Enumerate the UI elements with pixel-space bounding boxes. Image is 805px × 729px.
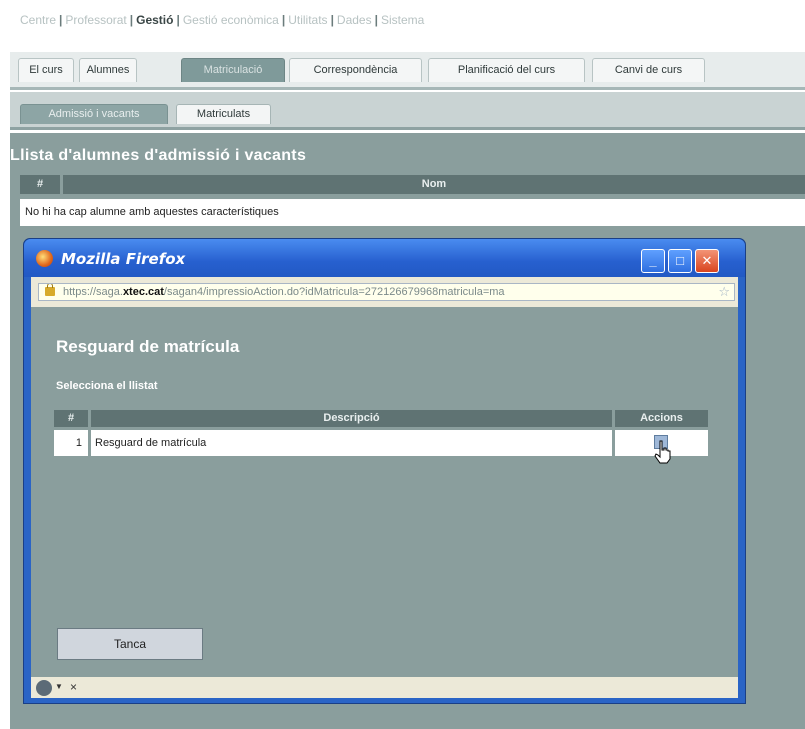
status-bar: ▼ × bbox=[28, 677, 741, 701]
top-navigation: Centre | Professorat | Gestió | Gestió econòmi… bbox=[20, 13, 424, 27]
column-header-descripcio: Descripció bbox=[91, 410, 612, 427]
popup-content: Resguard de matrícula Selecciona el llis… bbox=[28, 307, 741, 677]
tab-el-curs[interactable]: El curs bbox=[18, 58, 74, 82]
bookmark-star-icon[interactable]: ☆ bbox=[718, 284, 730, 300]
nav-separator: | bbox=[330, 13, 334, 27]
nav-gestio[interactable]: Gestió bbox=[136, 13, 173, 27]
chevron-down-icon[interactable]: ▼ bbox=[55, 682, 63, 691]
status-close-button[interactable]: × bbox=[70, 680, 77, 694]
column-header-number: # bbox=[54, 410, 88, 427]
subtab-admissio-vacants[interactable]: Admissió i vacants bbox=[20, 104, 168, 124]
nav-utilitats[interactable]: Utilitats bbox=[288, 13, 327, 27]
tanca-button[interactable]: Tanca bbox=[57, 628, 203, 660]
page-title: Llista d'alumnes d'admissió i vacants bbox=[10, 147, 307, 164]
column-header-number: # bbox=[20, 175, 60, 194]
tab-canvi-de-curs[interactable]: Canvi de curs bbox=[592, 58, 705, 82]
nav-separator: | bbox=[374, 13, 378, 27]
url-field[interactable]: https://saga.xtec.cat/sagan4/impressioAc… bbox=[38, 283, 735, 301]
nav-dades[interactable]: Dades bbox=[337, 13, 372, 27]
tab-alumnes[interactable]: Alumnes bbox=[79, 58, 137, 82]
window-titlebar[interactable]: Mozilla Firefox _ □ ✕ bbox=[24, 239, 745, 277]
status-icon[interactable] bbox=[36, 680, 52, 696]
minimize-button[interactable]: _ bbox=[641, 249, 665, 273]
popup-subtitle: Selecciona el llistat bbox=[56, 380, 158, 392]
firefox-logo-icon bbox=[36, 250, 53, 267]
url-path: /sagan4/impressioAction.do?idMatricula=2… bbox=[163, 286, 505, 298]
nav-separator: | bbox=[59, 13, 63, 27]
window-title: Mozilla Firefox bbox=[61, 250, 186, 268]
url-domain: xtec.cat bbox=[122, 286, 164, 298]
sub-tab-bar: Admissió i vacants Matriculats bbox=[10, 92, 805, 130]
hand-cursor-icon bbox=[654, 440, 671, 464]
column-header-nom: Nom bbox=[63, 175, 805, 194]
main-tab-bar: El curs Alumnes Matriculació Correspondè… bbox=[10, 52, 805, 90]
empty-table-message: No hi ha cap alumne amb aquestes caracte… bbox=[20, 199, 805, 226]
row-number: 1 bbox=[54, 430, 88, 456]
nav-separator: | bbox=[129, 13, 134, 27]
close-window-button[interactable]: ✕ bbox=[695, 249, 719, 273]
subtab-matriculats[interactable]: Matriculats bbox=[176, 104, 271, 124]
nav-centre[interactable]: Centre bbox=[20, 13, 56, 27]
column-header-accions: Accions bbox=[615, 410, 708, 427]
popup-page-title: Resguard de matrícula bbox=[56, 337, 240, 356]
maximize-button[interactable]: □ bbox=[668, 249, 692, 273]
nav-separator: | bbox=[176, 13, 180, 27]
tab-planificacio[interactable]: Planificació del curs bbox=[428, 58, 585, 82]
url-bar: https://saga.xtec.cat/sagan4/impressioAc… bbox=[28, 277, 741, 307]
tab-matriculacio[interactable]: Matriculació bbox=[181, 58, 285, 82]
nav-sistema[interactable]: Sistema bbox=[381, 13, 424, 27]
lock-icon bbox=[45, 284, 55, 296]
nav-gestio-economica[interactable]: Gestió econòmica bbox=[183, 13, 279, 27]
nav-professorat[interactable]: Professorat bbox=[65, 13, 126, 27]
firefox-popup-window: Mozilla Firefox _ □ ✕ https://saga.xtec.… bbox=[23, 238, 746, 704]
tab-correspondencia[interactable]: Correspondència bbox=[289, 58, 422, 82]
nav-separator: | bbox=[281, 13, 286, 27]
row-description: Resguard de matrícula bbox=[91, 430, 612, 456]
url-prefix: https://saga. bbox=[63, 286, 123, 298]
